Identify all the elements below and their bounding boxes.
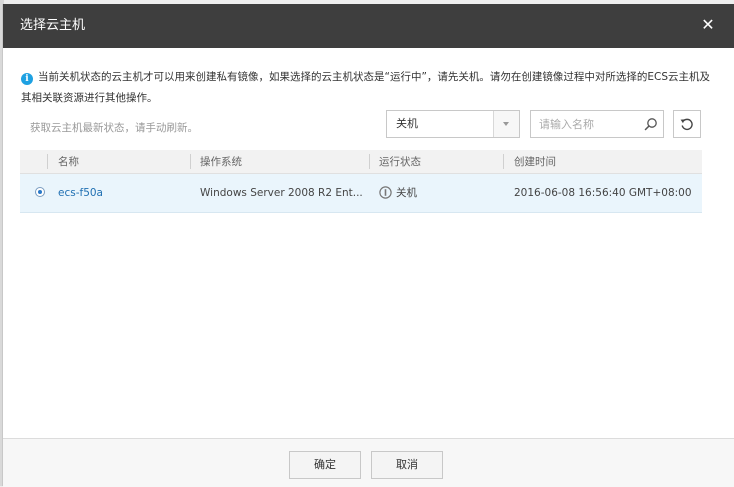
close-icon[interactable]: ✕ — [698, 15, 718, 35]
row-select-radio[interactable] — [35, 187, 45, 197]
search-box — [530, 110, 664, 138]
info-icon: i — [21, 73, 33, 85]
cancel-button[interactable]: 取消 — [371, 451, 443, 479]
column-divider — [369, 154, 370, 169]
confirm-button[interactable]: 确定 — [289, 451, 361, 479]
dialog-title: 选择云主机 — [20, 18, 86, 33]
column-header-created: 创建时间 — [514, 156, 556, 168]
notice-message: i 当前关机状态的云主机才可以用来创建私有镜像，如果选择的云主机状态是“运行中”，… — [21, 67, 711, 109]
ecs-created-time: 2016-06-08 16:56:40 GMT+08:00 — [514, 187, 692, 199]
dialog-footer: 确定 取消 — [3, 438, 734, 487]
column-divider — [190, 154, 191, 169]
refresh-hint: 获取云主机最新状态，请手动刷新。 — [30, 122, 198, 134]
chevron-down-icon — [503, 122, 509, 126]
refresh-button[interactable] — [673, 110, 701, 138]
select-arrow-button[interactable] — [493, 111, 519, 137]
ecs-name-link[interactable]: ecs-f50a — [58, 186, 103, 200]
column-divider — [503, 154, 504, 169]
status-filter-value: 关机 — [396, 117, 418, 130]
dialog-titlebar: 选择云主机 ✕ — [3, 4, 734, 48]
notice-text: 当前关机状态的云主机才可以用来创建私有镜像，如果选择的云主机状态是“运行中”，请… — [21, 71, 711, 104]
table-row[interactable]: ecs-f50a Windows Server 2008 R2 Ent... 关… — [20, 174, 702, 213]
ecs-status-text: 关机 — [396, 187, 417, 199]
search-input[interactable] — [531, 111, 639, 137]
column-divider — [47, 154, 48, 169]
radio-selected-dot — [38, 190, 42, 194]
ecs-status: 关机 — [379, 186, 417, 200]
ecs-table: 名称 操作系统 运行状态 创建时间 ecs-f50a Windows Serve… — [20, 150, 702, 213]
column-header-os: 操作系统 — [200, 156, 242, 168]
column-header-status: 运行状态 — [379, 156, 421, 168]
status-filter-select[interactable]: 关机 — [386, 110, 520, 138]
ecs-os: Windows Server 2008 R2 Ent... — [200, 187, 363, 199]
select-ecs-dialog: 选择云主机 ✕ i 当前关机状态的云主机才可以用来创建私有镜像，如果选择的云主机状… — [2, 4, 734, 487]
column-header-name: 名称 — [58, 156, 79, 168]
stopped-icon — [379, 186, 392, 199]
refresh-icon — [680, 118, 693, 131]
search-icon[interactable] — [644, 117, 658, 131]
table-header: 名称 操作系统 运行状态 创建时间 — [20, 150, 702, 174]
